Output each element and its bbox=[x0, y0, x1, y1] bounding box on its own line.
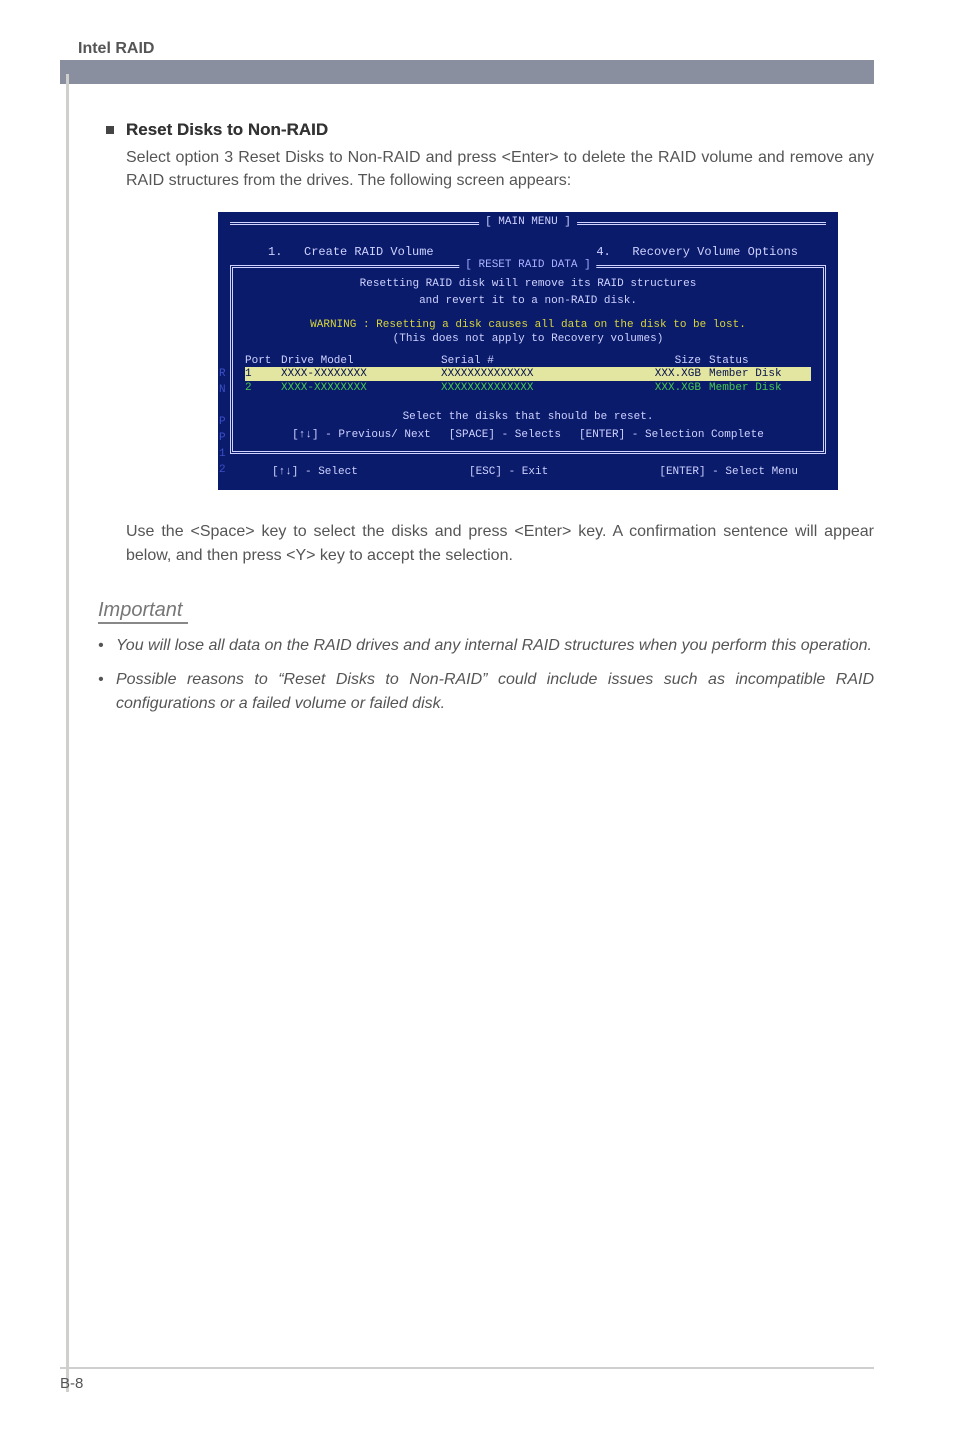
mm-right-num: 4. bbox=[596, 245, 610, 259]
reset-raid-label: [ RESET RAID DATA ] bbox=[459, 259, 596, 271]
reset-warning-sub: (This does not apply to Recovery volumes… bbox=[245, 333, 811, 345]
head-port: Port bbox=[245, 355, 281, 367]
outer-key-row: [↑↓] - Select [ESC] - Exit [ENTER] - Sel… bbox=[228, 460, 828, 480]
disk-table-header: Port Drive Model Serial # Size Status bbox=[245, 355, 811, 367]
inner-key-row: [↑↓] - Previous/ Next [SPACE] - Selects … bbox=[245, 429, 811, 441]
key-space: [SPACE] - Selects bbox=[449, 429, 561, 441]
bg-hint-letters: RN PP12 bbox=[219, 366, 226, 478]
bottom-menu: [ENTER] - Select Menu bbox=[659, 466, 798, 478]
key-prev: [↑↓] - Previous/ Next bbox=[292, 429, 431, 441]
head-size: Size bbox=[621, 355, 701, 367]
head-model: Drive Model bbox=[281, 355, 441, 367]
reset-raid-box: [ RESET RAID DATA ] Resetting RAID disk … bbox=[230, 265, 826, 454]
row1-status: Member Disk bbox=[701, 368, 811, 380]
key-enter: [ENTER] - Selection Complete bbox=[579, 429, 764, 441]
disk-row[interactable]: 2 XXXX-XXXXXXXX XXXXXXXXXXXXXX XXX.XGB M… bbox=[245, 381, 811, 395]
important-text-2: Possible reasons to “Reset Disks to Non-… bbox=[116, 668, 874, 716]
mm-left-text: Create RAID Volume bbox=[304, 245, 434, 259]
row1-size: XXX.XGB bbox=[621, 368, 701, 380]
bios-screenshot: [ MAIN MENU ] 1. Create RAID Volume 4. R… bbox=[218, 212, 838, 490]
page-header: Intel RAID bbox=[60, 40, 154, 58]
important-heading: Important bbox=[98, 599, 188, 624]
main-menu-bar: [ MAIN MENU ] bbox=[230, 222, 826, 244]
select-message: Select the disks that should be reset. bbox=[245, 411, 811, 423]
page-footer: B-8 bbox=[60, 1367, 874, 1392]
head-status: Status bbox=[701, 355, 811, 367]
reset-msg-2: and revert it to a non-RAID disk. bbox=[245, 293, 811, 310]
after-paragraph: Use the <Space> key to select the disks … bbox=[126, 520, 874, 566]
left-vertical-rule bbox=[66, 74, 69, 1392]
row2-size: XXX.XGB bbox=[621, 382, 701, 394]
row2-serial: XXXXXXXXXXXXXX bbox=[441, 382, 621, 394]
main-menu-label: [ MAIN MENU ] bbox=[479, 216, 577, 228]
row2-status: Member Disk bbox=[701, 382, 811, 394]
row1-model: XXXX-XXXXXXXX bbox=[281, 368, 441, 380]
row2-port: 2 bbox=[245, 382, 281, 394]
bottom-select: [↑↓] - Select bbox=[272, 466, 358, 478]
row2-model: XXXX-XXXXXXXX bbox=[281, 382, 441, 394]
page-number: B-8 bbox=[60, 1375, 83, 1392]
important-item: •You will lose all data on the RAID driv… bbox=[98, 634, 874, 658]
header-divider-bar bbox=[60, 60, 874, 84]
bottom-esc: [ESC] - Exit bbox=[469, 466, 548, 478]
row1-serial: XXXXXXXXXXXXXX bbox=[441, 368, 621, 380]
reset-warning: WARNING : Resetting a disk causes all da… bbox=[245, 319, 811, 331]
mm-left-num: 1. bbox=[268, 245, 282, 259]
row1-port: 1 bbox=[245, 368, 281, 380]
section-paragraph: Select option 3 Reset Disks to Non-RAID … bbox=[126, 146, 874, 192]
mm-right-text: Recovery Volume Options bbox=[632, 245, 798, 259]
important-text-1: You will lose all data on the RAID drive… bbox=[116, 634, 872, 658]
reset-msg-1: Resetting RAID disk will remove its RAID… bbox=[245, 276, 811, 293]
square-bullet-icon bbox=[106, 126, 114, 134]
head-serial: Serial # bbox=[441, 355, 621, 367]
disk-row-selected[interactable]: 1 XXXX-XXXXXXXX XXXXXXXXXXXXXX XXX.XGB M… bbox=[245, 367, 811, 381]
section-heading: Reset Disks to Non-RAID bbox=[126, 120, 328, 140]
section-heading-row: Reset Disks to Non-RAID bbox=[106, 120, 874, 140]
important-item: •Possible reasons to “Reset Disks to Non… bbox=[98, 668, 874, 716]
